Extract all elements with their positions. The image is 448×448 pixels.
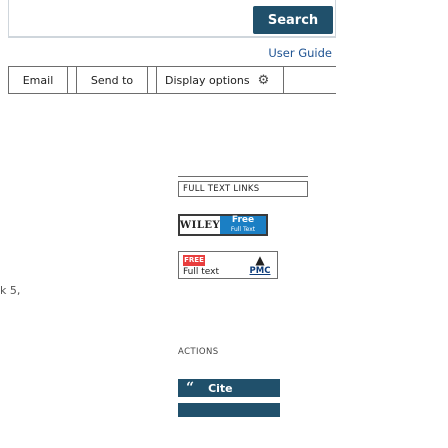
cite-button-label: Cite <box>208 381 233 395</box>
wiley-full-text-link[interactable]: WILEY Free Full Text <box>178 214 268 236</box>
page: Search User Guide Email Send to Display … <box>0 0 448 448</box>
gear-icon: ⚙ <box>257 72 270 88</box>
pmc-logo-text: PMC <box>249 266 271 276</box>
full-text-links-heading: FULL TEXT LINKS <box>178 181 308 197</box>
display-options-label: Display options <box>165 73 250 87</box>
wiley-free-badge: Free Full Text <box>220 216 266 234</box>
pmc-logo: ▲ PMC <box>245 254 275 278</box>
pmc-building-icon: ▲ <box>255 253 265 267</box>
display-options-button[interactable]: Display options ⚙ <box>156 67 284 93</box>
user-guide-link[interactable]: User Guide <box>0 46 332 60</box>
search-button[interactable]: Search <box>253 6 333 34</box>
quote-icon: “ <box>186 380 195 396</box>
cite-button[interactable]: “ Cite <box>178 379 280 397</box>
actions-heading: ACTIONS <box>178 347 219 357</box>
wiley-logo: WILEY <box>179 219 221 231</box>
search-bar: Search <box>8 0 336 38</box>
pmc-full-text-label: Full text <box>183 267 220 277</box>
email-button[interactable]: Email <box>8 67 68 93</box>
email-button-label: Email <box>22 73 54 87</box>
free-badge: FREE <box>183 255 205 266</box>
section-divider <box>178 176 308 177</box>
wiley-badge-free: Free <box>231 215 255 225</box>
results-toolbar: Email Send to Display options ⚙ <box>8 66 336 94</box>
send-to-button[interactable]: Send to <box>76 67 148 93</box>
action-button[interactable] <box>178 403 280 417</box>
send-to-button-label: Send to <box>90 73 134 87</box>
wiley-badge-fulltext: Full Text <box>230 226 256 233</box>
truncated-text: k 5, <box>0 284 21 297</box>
pmc-full-text-link[interactable]: FREE Full text ▲ PMC <box>178 251 278 279</box>
